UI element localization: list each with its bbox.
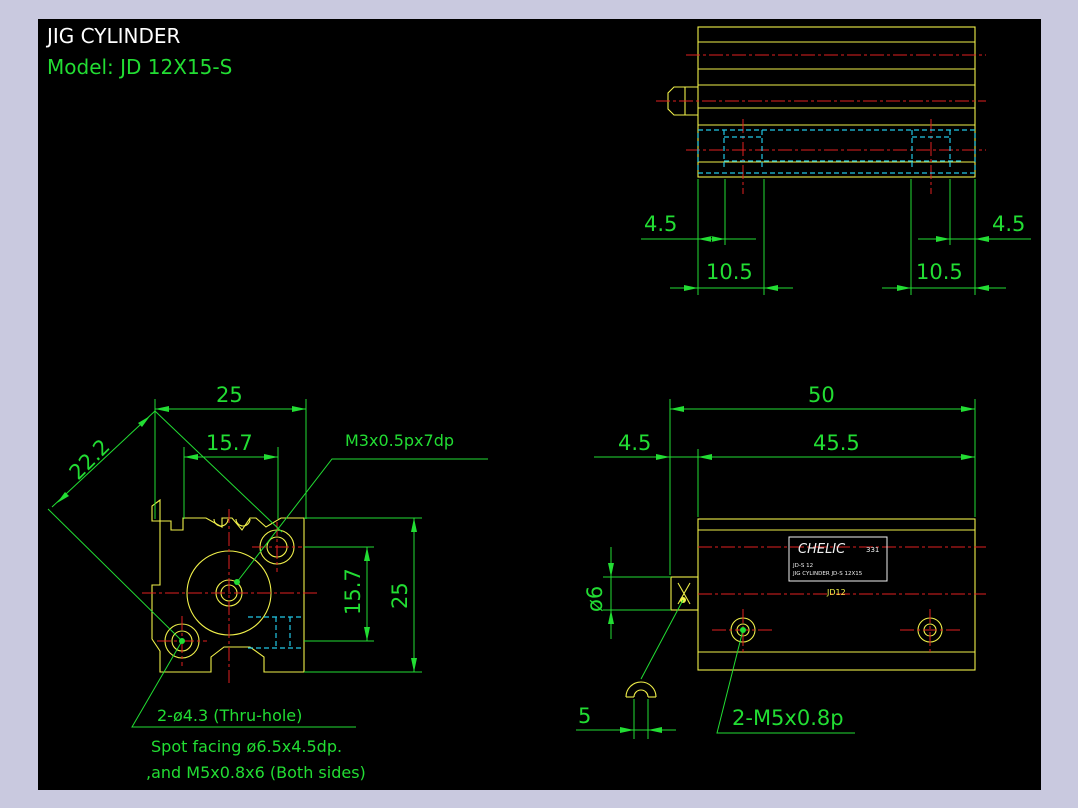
dim-side-total: 50 (808, 383, 835, 407)
dim-rod-diameter: ø6 (583, 586, 607, 612)
note-tap: ,and M5x0.8x6 (Both sides) (146, 763, 366, 782)
end-view-hidden-lines (248, 616, 304, 649)
side-view: CHELIC 331 JD-S 12 JIG CYLINDER JD-S 12X… (576, 383, 986, 739)
note-port: 2-M5x0.8p (732, 706, 844, 730)
cad-drawing: JIG CYLINDER Model: JD 12X15-S 4.5 10.5 … (45, 24, 1031, 782)
side-view-nameplate: CHELIC 331 JD-S 12 JIG CYLINDER JD-S 12X… (788, 536, 888, 597)
note-thread: M3x0.5px7dp (345, 431, 454, 450)
dim-end-width: 25 (216, 383, 243, 407)
dim-side-body: 45.5 (813, 431, 860, 455)
top-view-hidden-lines (697, 129, 976, 174)
nameplate-brand: CHELIC (798, 542, 846, 557)
dim-left-offset: 4.5 (644, 212, 677, 236)
nameplate-line1: JD-S 12 (792, 563, 813, 569)
drawing-title: JIG CYLINDER (45, 24, 181, 48)
drawing-canvas: JIG CYLINDER Model: JD 12X15-S 4.5 10.5 … (38, 19, 1041, 790)
dim-end-inner-width: 15.7 (206, 431, 253, 455)
end-view-outline (151, 498, 305, 673)
body-mark: JD12 (826, 588, 846, 597)
nameplate-line2: JIG CYLINDER JD-S 12X15 (792, 571, 863, 577)
dim-end-inner-height: 15.7 (341, 568, 365, 615)
dim-end-height: 25 (388, 582, 412, 609)
dim-side-rod-offset: 4.5 (618, 431, 651, 455)
top-view: 4.5 10.5 10.5 4.5 (641, 26, 1031, 295)
dim-left-span: 10.5 (706, 260, 753, 284)
top-view-body-outline (667, 26, 976, 178)
dim-right-span: 10.5 (916, 260, 963, 284)
dim-right-offset: 4.5 (992, 212, 1025, 236)
end-view: 25 15.7 22.2 15.7 25 M3x0.5px7dp 2-ø4.3 … (47, 383, 488, 782)
note-spot-facing: Spot facing ø6.5x4.5dp. (151, 737, 342, 756)
end-view-centerlines (142, 509, 318, 683)
note-hole: 2-ø4.3 (Thru-hole) (157, 706, 302, 725)
nameplate-code: 331 (866, 546, 879, 554)
model-label: Model: JD 12X15-S (47, 55, 232, 79)
dim-wrench: 5 (578, 704, 591, 728)
dim-end-diagonal: 22.2 (65, 434, 115, 484)
top-view-dimensions (641, 179, 1031, 295)
